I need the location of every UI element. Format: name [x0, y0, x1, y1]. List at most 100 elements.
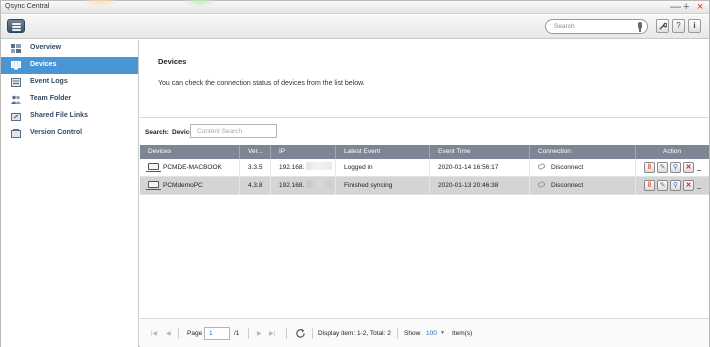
minimize-button[interactable]: —: [670, 1, 681, 13]
menu-icon-bar: [12, 29, 21, 31]
plug-icon: [537, 162, 546, 171]
latest-event-cell: Finished syncing: [336, 177, 430, 195]
devices-icon: [11, 61, 21, 70]
delete-button[interactable]: ✕: [683, 180, 694, 191]
last-page-button[interactable]: ▶|: [269, 330, 275, 337]
latest-event-cell: Logged in: [336, 159, 430, 177]
toolbar: Search ? i: [1, 15, 709, 39]
search-button[interactable]: ⚲: [670, 180, 681, 191]
sidebar-item-devices[interactable]: Devices: [1, 57, 138, 74]
column-header-connection[interactable]: Connection: [530, 145, 636, 159]
main-panel: Devices You can check the connection sta…: [140, 40, 709, 347]
sidebar-item-event-logs[interactable]: Event Logs: [1, 74, 138, 91]
pagination-bar: |◀ ◀ Page 1 /1 ▶ ▶| Display item: 1-2, T…: [140, 318, 709, 347]
sidebar-item-label: Version Control: [30, 129, 83, 136]
version-cell: 3.3.5: [240, 159, 271, 177]
device-cell: PCMDE-MACBOOK: [140, 159, 240, 177]
devices-table: Devices Ver... IP Latest Event Event Tim…: [140, 145, 709, 195]
sidebar-item-overview[interactable]: Overview: [1, 40, 138, 57]
first-page-button[interactable]: |◀: [151, 330, 157, 337]
titlebar-glow-orange: [81, 0, 119, 7]
sidebar-item-label: Team Folder: [30, 95, 72, 102]
page-size-select[interactable]: 100: [426, 330, 437, 337]
page-description: You can check the connection status of d…: [158, 80, 365, 87]
table-row[interactable]: PCMdemoPC 4.3.8 192.168. Finished syncin…: [140, 177, 709, 195]
wrench-icon: [659, 22, 668, 30]
ip-redacted: [306, 162, 333, 170]
device-search-input[interactable]: [190, 124, 277, 138]
menu-icon-bar: [12, 26, 21, 28]
table-header: Devices Ver... IP Latest Event Event Tim…: [140, 145, 709, 159]
sidebar-item-team-folder[interactable]: Team Folder: [1, 91, 138, 108]
device-name: PCMDE-MACBOOK: [163, 164, 222, 171]
pager-divider: [248, 328, 249, 339]
column-header-version[interactable]: Ver...: [240, 145, 271, 159]
ip-cell: 192.168.: [271, 177, 336, 195]
edit-button[interactable]: ✎: [657, 180, 668, 191]
pager-divider: [397, 328, 398, 339]
search-label: Search:: [145, 129, 169, 136]
microphone-icon[interactable]: [638, 22, 642, 32]
refresh-icon[interactable]: [295, 328, 306, 339]
edit-button[interactable]: ✎: [657, 162, 668, 173]
ip-cell: 192.168.: [271, 159, 336, 177]
page-total: /1: [234, 330, 240, 337]
connection-cell: Disconnect: [530, 159, 636, 177]
laptop-icon: [146, 181, 161, 190]
device-cell: PCMdemoPC: [140, 177, 240, 195]
app-title: Qsync Central: [5, 3, 50, 10]
help-button[interactable]: ?: [672, 19, 685, 33]
pager-divider: [178, 328, 179, 339]
pager-divider: [286, 328, 287, 339]
delete-button[interactable]: ✕: [683, 162, 694, 173]
sidebar-item-shared-file-links[interactable]: Shared File Links: [1, 108, 138, 125]
search-button[interactable]: ⚲: [670, 162, 681, 173]
connection-status: Disconnect: [551, 164, 584, 171]
column-header-devices[interactable]: Devices: [140, 145, 240, 159]
sidebar-item-label: Event Logs: [30, 78, 68, 85]
column-header-latest-event[interactable]: Latest Event: [336, 145, 430, 159]
main-menu-button[interactable]: [7, 19, 25, 33]
sidebar-item-version-control[interactable]: Version Control: [1, 125, 138, 142]
pause-button[interactable]: ‖: [644, 162, 655, 173]
event-time-cell: 2020-01-14 16:56:17: [430, 159, 530, 177]
pause-button[interactable]: ‖: [644, 180, 655, 191]
divider: [140, 117, 709, 118]
pager-divider: [312, 328, 313, 339]
actions-more-indicator: [697, 188, 701, 189]
chevron-down-icon[interactable]: ▼: [440, 330, 445, 336]
qsync-central-window: Qsync Central — + × Search ? i Overview …: [0, 0, 710, 347]
table-row[interactable]: PCMDE-MACBOOK 3.3.5 192.168. Logged in 2…: [140, 159, 709, 177]
tools-button[interactable]: [656, 19, 669, 33]
search-box[interactable]: Search: [545, 19, 648, 34]
event-logs-icon: [11, 78, 21, 87]
sidebar-item-label: Overview: [30, 44, 62, 51]
event-time-cell: 2020-01-13 20:46:38: [430, 177, 530, 195]
sidebar-item-label: Devices: [30, 61, 57, 68]
prev-page-button[interactable]: ◀: [166, 330, 171, 337]
page-title: Devices: [158, 57, 187, 66]
title-bar: Qsync Central — + ×: [1, 0, 709, 14]
titlebar-glow-green: [181, 0, 219, 7]
items-label: Item(s): [452, 330, 473, 337]
column-header-ip[interactable]: IP: [271, 145, 336, 159]
version-control-icon: [11, 129, 21, 138]
menu-icon: [12, 23, 21, 25]
sidebar: Overview Devices Event Logs Team Folder: [1, 40, 139, 347]
page-number-input[interactable]: 1: [204, 327, 230, 340]
ip-value: 192.168.: [279, 182, 305, 189]
next-page-button[interactable]: ▶: [257, 330, 262, 337]
sidebar-item-label: Shared File Links: [30, 112, 88, 119]
laptop-icon: [146, 163, 161, 172]
show-label: Show: [404, 330, 421, 337]
column-header-action: Action: [663, 148, 682, 155]
column-header-event-time[interactable]: Event Time: [430, 145, 530, 159]
ip-redacted: [306, 180, 333, 188]
close-button[interactable]: ×: [697, 1, 703, 13]
display-items-text: Display item: 1-2, Total: 2: [318, 330, 391, 337]
maximize-button[interactable]: +: [683, 1, 689, 13]
info-button[interactable]: i: [688, 19, 701, 33]
actions-more-indicator: [697, 170, 701, 171]
device-name: PCMdemoPC: [163, 182, 203, 189]
ip-value: 192.168.: [279, 164, 305, 171]
